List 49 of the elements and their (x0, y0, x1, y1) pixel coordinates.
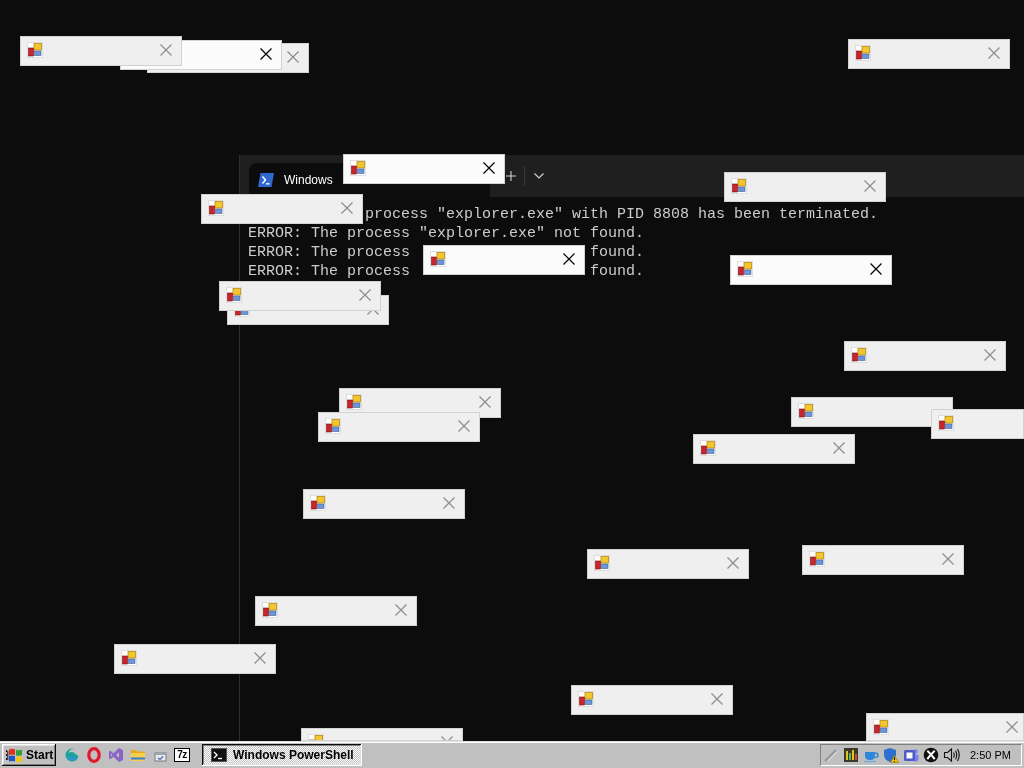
app-icon (855, 45, 871, 61)
app-icon (731, 178, 747, 194)
app-icon (737, 261, 753, 277)
taskbar-button[interactable]: Windows PowerShell (202, 744, 362, 766)
app-icon (809, 551, 825, 567)
folder-icon[interactable] (130, 747, 146, 763)
terminal-output: found. (590, 244, 645, 261)
close-icon[interactable] (483, 162, 495, 174)
app-icon (262, 602, 278, 618)
circle-cross-icon[interactable] (923, 747, 939, 763)
terminal-output: ERROR: The process (248, 244, 411, 261)
terminal-icon (211, 748, 227, 762)
app-icon (873, 719, 889, 735)
app-icon (851, 347, 867, 363)
shield-warning-icon[interactable] (883, 747, 899, 763)
ring-icon[interactable] (86, 747, 102, 763)
chevron-down-icon[interactable] (534, 173, 544, 179)
swirl-icon[interactable] (64, 747, 80, 763)
app-icon (700, 440, 716, 456)
close-icon[interactable] (870, 263, 882, 275)
app-icon (325, 418, 341, 434)
clock[interactable]: 2:50 PM (970, 749, 1011, 761)
launcher-button[interactable]: 7z (174, 748, 190, 762)
terminal-output: process "explorer.exe" with PID 8808 has been terminated. (365, 206, 879, 223)
app-icon (578, 691, 594, 707)
app-icon (27, 42, 43, 58)
app-icon (938, 415, 954, 431)
app-icon (346, 394, 362, 410)
app-icon (798, 403, 814, 419)
close-icon[interactable] (260, 48, 272, 60)
app-icon (310, 495, 326, 511)
speaker-icon[interactable] (943, 747, 961, 763)
terminal-output: found. (590, 263, 645, 280)
terminal-output: ERROR: The process (248, 263, 411, 280)
app-icon (594, 555, 610, 571)
app-icon (121, 650, 137, 666)
app-icon (430, 251, 446, 267)
close-icon[interactable] (563, 253, 575, 265)
app-icon (226, 287, 242, 303)
ribbon-icon[interactable] (108, 747, 124, 763)
plus-icon[interactable] (506, 171, 516, 181)
app-icon (208, 200, 224, 216)
terminal-output: ERROR: The process "explorer.exe" not found. (248, 225, 645, 242)
flag-icon (6, 747, 23, 763)
app-icon (350, 160, 366, 176)
app-tile-icon[interactable] (903, 747, 919, 763)
bars-icon[interactable] (843, 747, 859, 763)
terminal-icon (258, 173, 274, 187)
start-button[interactable]: Start (2, 744, 56, 766)
